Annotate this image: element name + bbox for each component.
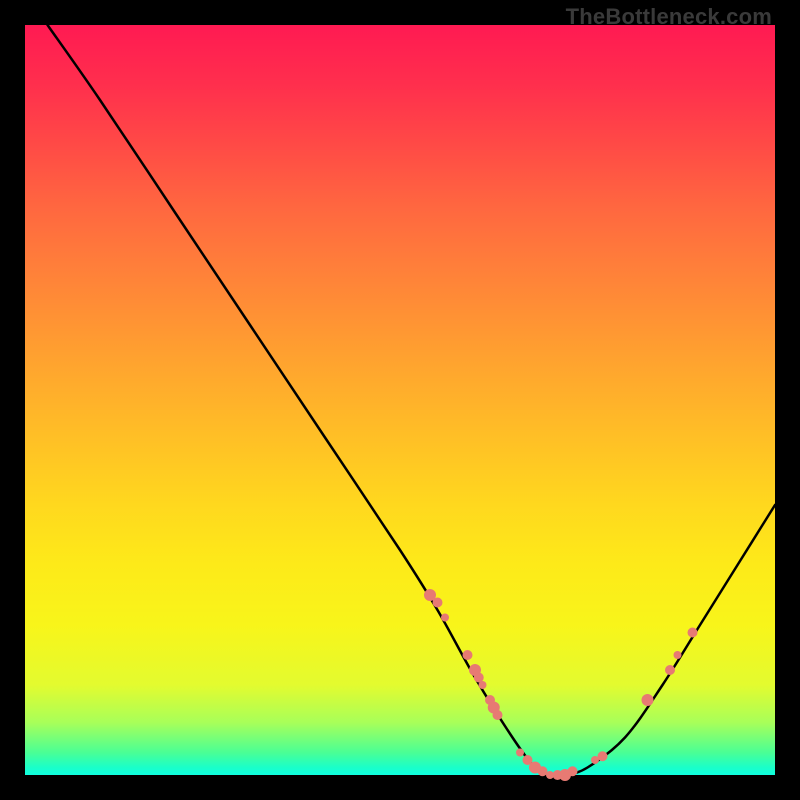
data-marker: [688, 628, 698, 638]
marker-layer: [424, 589, 698, 781]
data-marker: [568, 766, 578, 776]
bottleneck-curve-line: [48, 25, 776, 776]
data-marker: [441, 614, 449, 622]
data-marker: [598, 751, 608, 761]
chart-frame: TheBottleneck.com: [0, 0, 800, 800]
watermark-text: TheBottleneck.com: [566, 4, 772, 30]
data-marker: [642, 694, 654, 706]
data-marker: [433, 598, 443, 608]
data-marker: [493, 710, 503, 720]
data-marker: [674, 651, 682, 659]
data-marker: [665, 665, 675, 675]
data-marker: [474, 673, 484, 683]
data-marker: [538, 766, 548, 776]
data-marker: [479, 681, 487, 689]
data-marker: [463, 650, 473, 660]
chart-svg: [25, 25, 775, 775]
curve-layer: [48, 25, 776, 776]
data-marker: [516, 749, 524, 757]
plot-area: [25, 25, 775, 775]
